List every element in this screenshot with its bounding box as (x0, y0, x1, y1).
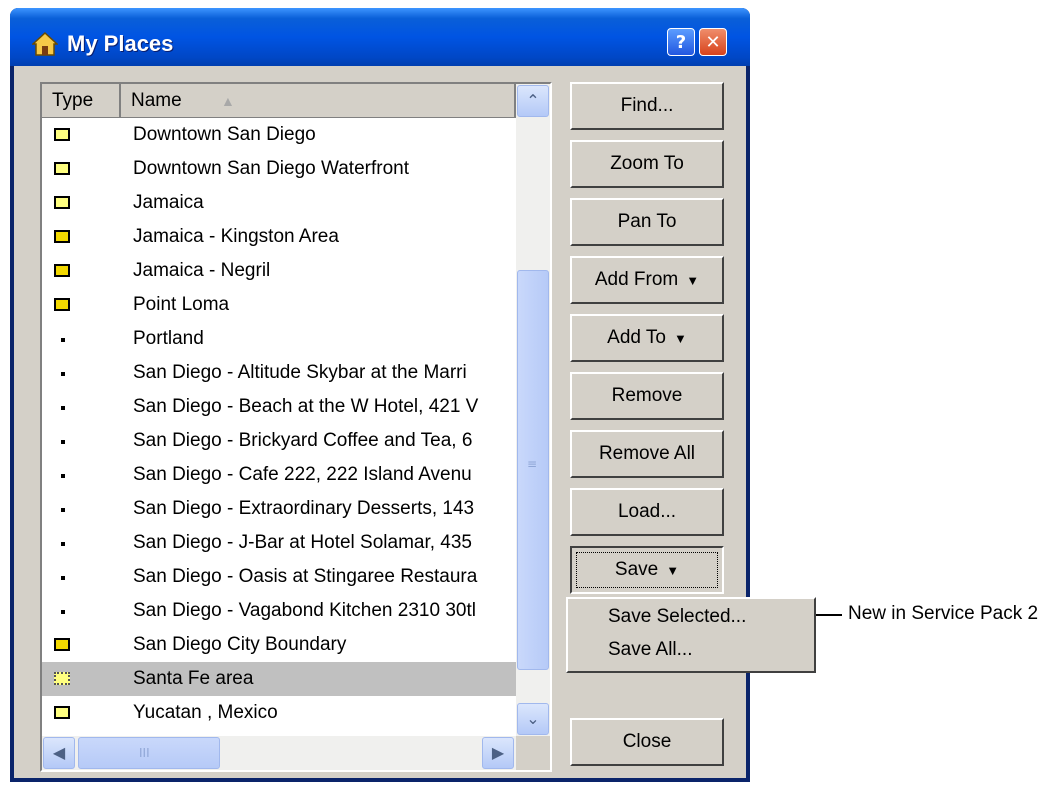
window-close-button[interactable]: ✕ (699, 28, 727, 56)
point-icon (61, 474, 65, 478)
point-icon (61, 372, 65, 376)
list-item-name: Santa Fe area (133, 668, 254, 689)
vertical-scrollbar[interactable]: ⌃ ≡ ⌄ (516, 84, 550, 736)
scroll-right-button[interactable]: ▶ (482, 737, 514, 769)
point-icon (61, 440, 65, 444)
list-item-name: San Diego - J-Bar at Hotel Solamar, 435 (133, 532, 473, 553)
point-icon (61, 576, 65, 580)
scroll-up-button[interactable]: ⌃ (517, 85, 549, 117)
list-item[interactable]: San Diego - Extraordinary Desserts, 143 (42, 492, 516, 526)
list-item-name: Jamaica - Kingston Area (133, 226, 339, 247)
envelope-icon (54, 230, 70, 243)
point-icon (61, 508, 65, 512)
add-to-label: Add To (607, 327, 666, 348)
list-item[interactable]: Santa Fe area (42, 662, 516, 696)
save-all-menu-item[interactable]: Save All... (608, 639, 693, 661)
remove-all-button[interactable]: Remove All (570, 430, 724, 478)
list-item[interactable]: Point Loma (42, 288, 516, 322)
list-item[interactable]: San Diego - Beach at the W Hotel, 421 V (42, 390, 516, 424)
point-icon (61, 338, 65, 342)
save-dropdown-menu: Save Selected... Save All... (566, 597, 816, 673)
find-button[interactable]: Find... (570, 82, 724, 130)
dashed-area-icon (54, 672, 70, 685)
list-item-name: Portland (133, 328, 204, 349)
help-button[interactable]: ? (667, 28, 695, 56)
remove-button[interactable]: Remove (570, 372, 724, 420)
list-item[interactable]: Jamaica (42, 186, 516, 220)
area-rectangle-icon (54, 162, 70, 175)
scroll-down-button[interactable]: ⌄ (517, 703, 549, 735)
column-header-name[interactable]: Name ▲ (121, 84, 516, 118)
envelope-icon (54, 264, 70, 277)
list-item[interactable]: Downtown San Diego (42, 118, 516, 152)
focus-rectangle (576, 552, 718, 588)
places-list[interactable]: Type Name ▲ Downtown San Diego Downtown S… (40, 82, 552, 772)
close-button[interactable]: Close (570, 718, 724, 766)
list-item-name: Downtown San Diego Waterfront (133, 158, 409, 179)
list-item-name: San Diego - Oasis at Stingaree Restaura (133, 566, 478, 587)
horizontal-scrollbar[interactable]: ◀ III ▶ (42, 736, 516, 770)
horizontal-scroll-thumb[interactable]: III (78, 737, 220, 769)
column-header-name-label: Name (131, 90, 182, 111)
load-button[interactable]: Load... (570, 488, 724, 536)
area-rectangle-icon (54, 706, 70, 719)
scroll-left-button[interactable]: ◀ (43, 737, 75, 769)
list-item-name: Downtown San Diego (133, 124, 316, 145)
window-title: My Places (67, 31, 174, 56)
list-item[interactable]: San Diego - Cafe 222, 222 Island Avenu (42, 458, 516, 492)
list-item-name: Point Loma (133, 294, 230, 315)
list-item-name: San Diego City Boundary (133, 634, 347, 655)
dropdown-arrow-icon: ▼ (673, 331, 687, 346)
envelope-icon (54, 638, 70, 651)
home-icon (32, 31, 58, 56)
area-rectangle-icon (54, 128, 70, 141)
add-from-button[interactable]: Add From ▼ (570, 256, 724, 304)
vertical-scroll-thumb[interactable]: ≡ (517, 270, 549, 670)
dropdown-arrow-icon: ▼ (686, 273, 700, 288)
list-item[interactable]: Yucatan , Mexico (42, 696, 516, 730)
point-icon (61, 406, 65, 410)
grip-icon: III (139, 746, 150, 760)
list-item[interactable]: San Diego - Brickyard Coffee and Tea, 6 (42, 424, 516, 458)
save-button[interactable]: Save ▼ (570, 546, 724, 594)
add-from-label: Add From (594, 269, 679, 290)
list-item[interactable]: San Diego - Vagabond Kitchen 2310 30tl (42, 594, 516, 628)
list-item[interactable]: Jamaica - Kingston Area (42, 220, 516, 254)
zoom-to-button[interactable]: Zoom To (570, 140, 724, 188)
list-item[interactable]: San Diego - Altitude Skybar at the Marri (42, 356, 516, 390)
callout-annotation: New in Service Pack 2 (848, 603, 1039, 624)
list-item-name: San Diego - Brickyard Coffee and Tea, 6 (133, 430, 473, 451)
column-header-type[interactable]: Type (42, 84, 121, 118)
list-item-name: Jamaica (133, 192, 204, 213)
point-icon (61, 610, 65, 614)
title-bar[interactable]: My Places ? ✕ (10, 8, 750, 66)
add-to-button[interactable]: Add To ▼ (570, 314, 724, 362)
save-selected-menu-item[interactable]: Save Selected... (608, 606, 746, 628)
list-item[interactable]: Downtown San Diego Waterfront (42, 152, 516, 186)
list-item-name: San Diego - Extraordinary Desserts, 143 (133, 498, 475, 519)
sort-ascending-icon: ▲ (221, 93, 235, 109)
list-item-name: Jamaica - Negril (133, 260, 271, 281)
list-item[interactable]: San Diego City Boundary (42, 628, 516, 662)
grip-icon: ≡ (527, 457, 538, 471)
list-item-name: Yucatan , Mexico (133, 702, 278, 723)
list-item[interactable]: San Diego - J-Bar at Hotel Solamar, 435 (42, 526, 516, 560)
list-item-name: San Diego - Cafe 222, 222 Island Avenu (133, 464, 472, 485)
point-icon (61, 542, 65, 546)
area-rectangle-icon (54, 196, 70, 209)
list-item-name: San Diego - Vagabond Kitchen 2310 30tl (133, 600, 476, 621)
list-item-name: San Diego - Altitude Skybar at the Marri (133, 362, 467, 383)
list-item-name: San Diego - Beach at the W Hotel, 421 V (133, 396, 479, 417)
envelope-icon (54, 298, 70, 311)
list-item[interactable]: San Diego - Oasis at Stingaree Restaura (42, 560, 516, 594)
scrollbar-corner (516, 736, 550, 770)
pan-to-button[interactable]: Pan To (570, 198, 724, 246)
list-item[interactable]: Jamaica - Negril (42, 254, 516, 288)
list-item[interactable]: Portland (42, 322, 516, 356)
